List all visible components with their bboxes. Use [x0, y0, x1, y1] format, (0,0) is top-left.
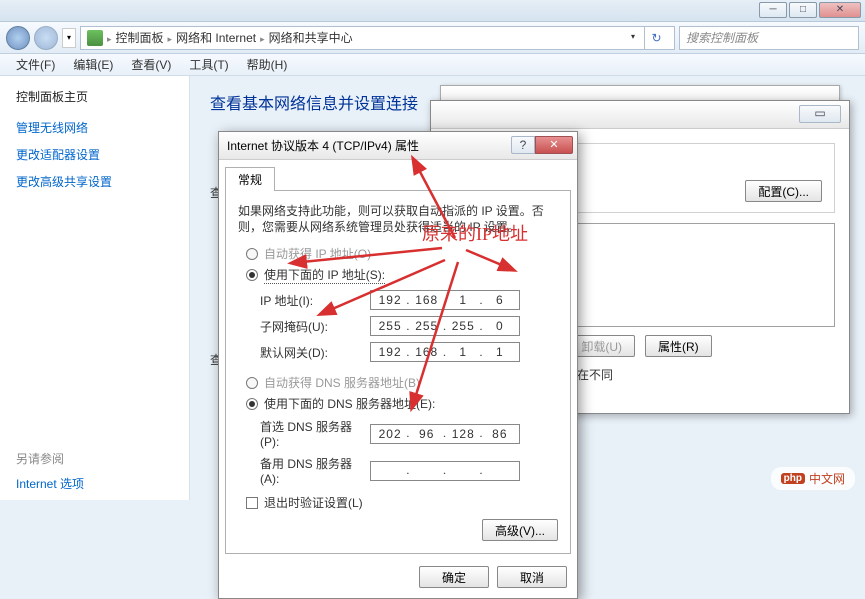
radio-label: 使用下面的 IP 地址(S): — [264, 266, 385, 284]
advanced-button[interactable]: 高级(V)... — [482, 519, 558, 541]
properties-button[interactable]: 属性(R) — [645, 335, 712, 357]
breadcrumb-sep-icon — [260, 31, 265, 45]
dns2-input[interactable]: . . . — [370, 461, 520, 481]
close-button[interactable]: ▭ — [799, 105, 841, 123]
breadcrumb-item[interactable]: 网络和共享中心 — [269, 29, 353, 46]
ip-address-input[interactable]: 192. 168. 1. 6 — [370, 290, 520, 310]
radio-label: 自动获得 DNS 服务器地址(B) — [264, 374, 420, 391]
radio-use-dns[interactable] — [246, 398, 258, 410]
menu-file[interactable]: 文件(F) — [8, 54, 63, 75]
ip-octet[interactable]: 6 — [486, 293, 514, 307]
radio-use-ip[interactable] — [246, 269, 258, 281]
sidebar-link-internet-options[interactable]: Internet 选项 — [16, 475, 173, 492]
maximize-button[interactable]: □ — [789, 2, 817, 18]
validate-checkbox[interactable] — [246, 497, 258, 509]
ok-button[interactable]: 确定 — [419, 566, 489, 588]
ip-octet[interactable]: 0 — [486, 319, 514, 333]
sidebar-link-adapter[interactable]: 更改适配器设置 — [16, 146, 173, 163]
annotation-text: 原来的IP地址 — [422, 220, 528, 246]
menu-help[interactable]: 帮助(H) — [239, 54, 296, 75]
breadcrumb-item[interactable]: 控制面板 — [116, 29, 164, 46]
address-bar: ▾ 控制面板 网络和 Internet 网络和共享中心 ▾ ↻ 搜索控制面板 — [0, 22, 865, 54]
watermark-text: 中文网 — [809, 470, 845, 487]
subnet-mask-label: 子网掩码(U): — [260, 318, 370, 335]
ip-octet[interactable]: 255 — [413, 319, 441, 333]
sidebar-link-sharing[interactable]: 更改高级共享设置 — [16, 173, 173, 190]
close-button[interactable]: ✕ — [819, 2, 861, 18]
window-controls: ─ □ ✕ — [759, 2, 861, 18]
ip-octet[interactable]: 168 — [413, 293, 441, 307]
help-button[interactable]: ? — [511, 136, 535, 154]
ip-octet[interactable]: 255 — [376, 319, 404, 333]
dialog-titlebar[interactable]: Internet 协议版本 4 (TCP/IPv4) 属性 ? ✕ — [219, 132, 577, 160]
radio-auto-ip[interactable] — [246, 248, 258, 260]
ip-octet[interactable]: 192 — [376, 345, 404, 359]
refresh-icon[interactable]: ↻ — [644, 26, 668, 50]
dialog-title: Internet 协议版本 4 (TCP/IPv4) 属性 — [227, 137, 419, 154]
ip-octet[interactable]: 1 — [486, 345, 514, 359]
ip-address-label: IP 地址(I): — [260, 292, 370, 309]
configure-button[interactable]: 配置(C)... — [745, 180, 822, 202]
search-input[interactable]: 搜索控制面板 — [679, 26, 859, 50]
gateway-input[interactable]: 192. 168. 1. 1 — [370, 342, 520, 362]
radio-auto-dns — [246, 377, 258, 389]
dialog-titlebar: ▭ — [431, 101, 849, 129]
menu-bar: 文件(F) 编辑(E) 查看(V) 工具(T) 帮助(H) — [0, 54, 865, 76]
close-button[interactable]: ✕ — [535, 136, 573, 154]
tab-general[interactable]: 常规 — [225, 167, 275, 191]
ip-octet[interactable]: 86 — [486, 427, 514, 441]
watermark-logo: php — [781, 473, 805, 484]
ip-octet[interactable]: 202 — [376, 427, 404, 441]
minimize-button[interactable]: ─ — [759, 2, 787, 18]
dialog-footer: 确定 取消 — [219, 560, 577, 598]
nav-history-dropdown[interactable]: ▾ — [62, 28, 76, 48]
breadcrumb[interactable]: 控制面板 网络和 Internet 网络和共享中心 ▾ ↻ — [80, 26, 675, 50]
cancel-button[interactable]: 取消 — [497, 566, 567, 588]
sidebar-link-wireless[interactable]: 管理无线网络 — [16, 119, 173, 136]
checkbox-label: 退出时验证设置(L) — [264, 494, 363, 511]
breadcrumb-dropdown[interactable]: ▾ — [626, 28, 640, 48]
search-placeholder: 搜索控制面板 — [686, 29, 758, 46]
radio-label: 使用下面的 DNS 服务器地址(E): — [264, 395, 435, 412]
dns1-label: 首选 DNS 服务器(P): — [260, 418, 370, 449]
radio-label: 自动获得 IP 地址(O) — [264, 245, 371, 262]
menu-tools[interactable]: 工具(T) — [181, 54, 236, 75]
breadcrumb-sep-icon — [107, 31, 112, 45]
dns1-input[interactable]: 202. 96. 128. 86 — [370, 424, 520, 444]
subnet-mask-input[interactable]: 255. 255. 255. 0 — [370, 316, 520, 336]
breadcrumb-sep-icon — [168, 31, 173, 45]
forward-button[interactable] — [34, 26, 58, 50]
ip-octet[interactable]: 128 — [449, 427, 477, 441]
dns2-label: 备用 DNS 服务器(A): — [260, 455, 370, 486]
ipv4-properties-dialog: Internet 协议版本 4 (TCP/IPv4) 属性 ? ✕ 常规 如果网… — [218, 131, 578, 599]
menu-view[interactable]: 查看(V) — [123, 54, 179, 75]
sidebar-seealso: 另请参阅 — [16, 450, 173, 467]
control-panel-icon — [87, 30, 103, 46]
sidebar: 控制面板主页 管理无线网络 更改适配器设置 更改高级共享设置 另请参阅 Inte… — [0, 76, 190, 500]
menu-edit[interactable]: 编辑(E) — [65, 54, 121, 75]
ip-octet[interactable]: 96 — [413, 427, 441, 441]
back-button[interactable] — [6, 26, 30, 50]
ip-octet[interactable]: 255 — [449, 319, 477, 333]
sidebar-title: 控制面板主页 — [16, 88, 173, 105]
breadcrumb-item[interactable]: 网络和 Internet — [176, 29, 256, 46]
window-titlebar: ─ □ ✕ — [0, 0, 865, 22]
tab-strip: 常规 — [219, 160, 577, 190]
watermark: php 中文网 — [771, 467, 855, 490]
ip-octet[interactable]: 168 — [413, 345, 441, 359]
ip-octet[interactable]: 1 — [449, 345, 477, 359]
ip-octet[interactable]: 1 — [449, 293, 477, 307]
gateway-label: 默认网关(D): — [260, 344, 370, 361]
uninstall-button[interactable]: 卸载(U) — [568, 335, 635, 357]
ip-octet[interactable]: 192 — [376, 293, 404, 307]
